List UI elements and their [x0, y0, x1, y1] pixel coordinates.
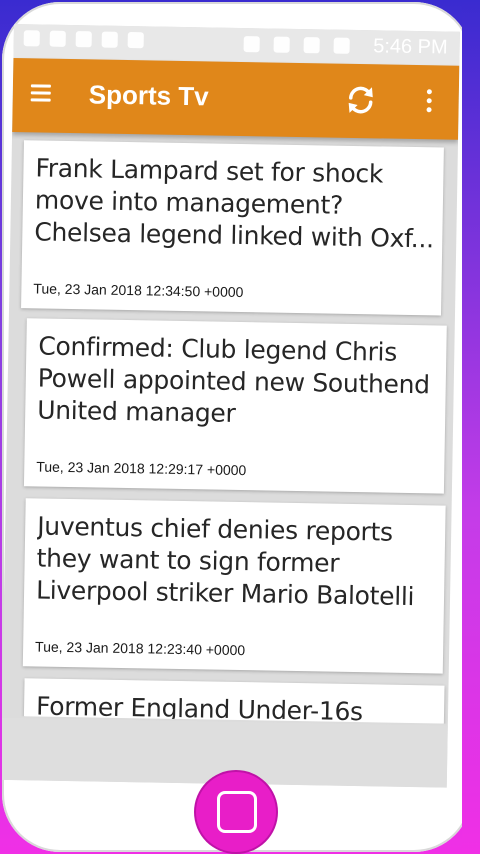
hamburger-menu-icon[interactable] — [30, 84, 51, 102]
news-title: Confirmed: Club legend Chris Powell appo… — [37, 331, 430, 428]
news-list: Frank Lampard set for shock move into ma… — [2, 136, 458, 724]
news-date: Tue, 23 Jan 2018 12:34:50 +0000 — [33, 280, 244, 301]
news-title: Juventus chief denies reports they want … — [35, 511, 415, 612]
signal-icon — [303, 37, 320, 54]
notification-icon — [75, 31, 92, 48]
device-screen: 5:46 PM Sports Tv Frank Lampard set for … — [2, 24, 460, 788]
news-date: Tue, 23 Jan 2018 12:23:40 +0000 — [35, 638, 246, 659]
news-card[interactable]: Confirmed: Club legend Chris Powell appo… — [23, 318, 447, 494]
system-icons — [243, 36, 350, 54]
refresh-icon[interactable] — [342, 82, 379, 119]
notification-icon — [49, 30, 66, 47]
news-card[interactable]: Juventus chief denies reports they want … — [22, 498, 446, 674]
news-date: Tue, 23 Jan 2018 12:29:17 +0000 — [36, 458, 247, 479]
battery-icon — [333, 37, 350, 54]
wifi-icon — [273, 36, 290, 53]
news-card[interactable]: Frank Lampard set for shock move into ma… — [21, 140, 444, 316]
home-square-icon — [217, 791, 257, 833]
whatsapp-icon — [101, 31, 118, 48]
news-title: Frank Lampard set for shock move into ma… — [34, 153, 435, 254]
status-time: 5:46 PM — [372, 35, 448, 59]
phone-edge — [462, 0, 480, 854]
cloud-icon — [127, 31, 144, 49]
home-button[interactable] — [196, 772, 276, 852]
more-vert-icon[interactable] — [426, 89, 434, 115]
vibrate-icon — [243, 36, 260, 53]
app-title: Sports Tv — [88, 79, 209, 112]
app-bar: Sports Tv — [12, 57, 460, 140]
notification-icons — [23, 30, 144, 49]
notification-icon — [23, 30, 40, 47]
news-card[interactable]: Former England Under-16s — [21, 678, 445, 724]
phone-frame: 5:46 PM Sports Tv Frank Lampard set for … — [2, 2, 472, 852]
